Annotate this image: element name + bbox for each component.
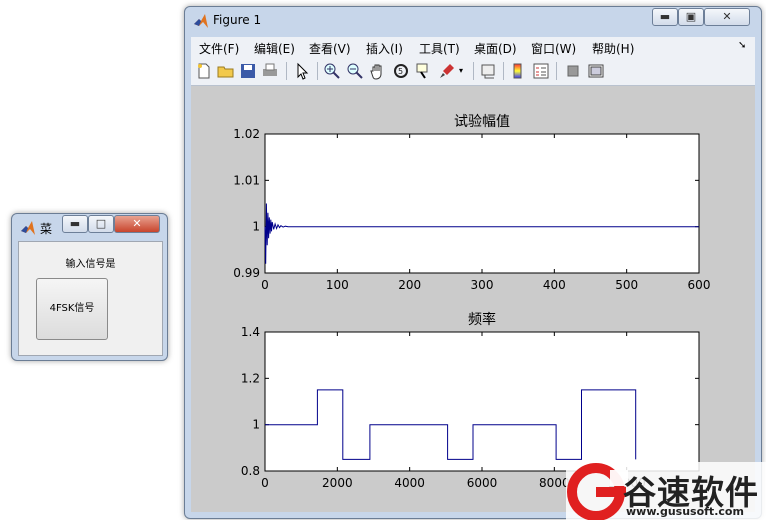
x-tick-label: 100 bbox=[326, 278, 349, 292]
small-window-title: 菜 bbox=[40, 222, 53, 236]
new-file-icon[interactable] bbox=[195, 62, 213, 80]
toolbar-separator bbox=[286, 62, 287, 80]
close-button[interactable]: ✕ bbox=[704, 8, 750, 26]
hide-plot-tools-icon[interactable] bbox=[564, 62, 582, 80]
close-icon: ✕ bbox=[132, 217, 142, 230]
watermark-url: www.gususoft.com bbox=[626, 505, 744, 518]
y-tick-label: 1.2 bbox=[241, 371, 260, 385]
toolbar-separator bbox=[556, 62, 557, 80]
y-tick-label: 1.02 bbox=[233, 127, 260, 141]
zoom-in-icon[interactable] bbox=[323, 62, 341, 80]
y-tick-label: 1 bbox=[252, 418, 260, 432]
x-tick-label: 0 bbox=[261, 278, 269, 292]
small-window-panel: 输入信号是 4FSK信号 bbox=[18, 241, 163, 356]
brush-dropdown-icon[interactable]: ▾ bbox=[459, 62, 467, 80]
y-tick-label: 1.01 bbox=[233, 173, 260, 187]
link-plot-icon[interactable] bbox=[480, 62, 498, 80]
x-tick-label: 300 bbox=[471, 278, 494, 292]
matlab-logo-icon bbox=[21, 221, 35, 235]
figure-titlebar[interactable]: Figure 1 ▬ ▣ ✕ bbox=[185, 7, 761, 33]
menu-edit[interactable]: 编辑(E) bbox=[254, 40, 295, 57]
open-folder-icon[interactable] bbox=[217, 62, 235, 80]
small-window: 菜 ▬ □ ✕ 输入信号是 4FSK信号 bbox=[11, 213, 168, 361]
menu-bar: 文件(F) 编辑(E) 查看(V) 插入(I) 工具(T) 桌面(D) 窗口(W… bbox=[191, 37, 755, 58]
toolbar-separator bbox=[317, 62, 318, 80]
menu-view[interactable]: 查看(V) bbox=[309, 40, 351, 57]
figure-window: Figure 1 ▬ ▣ ✕ 文件(F) 编辑(E) 查看(V) 插入(I) 工… bbox=[184, 6, 762, 519]
plot-area bbox=[264, 331, 700, 472]
plot-area bbox=[264, 133, 700, 274]
x-tick-label: 6000 bbox=[467, 476, 498, 490]
pan-hand-icon[interactable] bbox=[369, 62, 387, 80]
menu-insert[interactable]: 插入(I) bbox=[366, 40, 403, 57]
matlab-logo-icon bbox=[194, 14, 208, 28]
4fsk-signal-button[interactable]: 4FSK信号 bbox=[36, 278, 108, 340]
x-tick-label: 500 bbox=[615, 278, 638, 292]
x-tick-label: 600 bbox=[688, 278, 711, 292]
small-window-titlebar[interactable]: 菜 ▬ □ ✕ bbox=[12, 214, 167, 240]
select-arrow-icon[interactable] bbox=[293, 62, 311, 80]
menu-file[interactable]: 文件(F) bbox=[199, 40, 239, 57]
x-tick-label: 4000 bbox=[394, 476, 425, 490]
x-tick-label: 400 bbox=[543, 278, 566, 292]
plots-svg: 试验幅值 0 100 200 300 400 500 600 0.99 1 1.01 1.02 频率 0 2… bbox=[233, 114, 711, 490]
y-tick-label: 1.4 bbox=[241, 325, 260, 339]
restore-button[interactable]: ▣ bbox=[678, 8, 704, 26]
legend-icon[interactable] bbox=[532, 62, 550, 80]
close-icon: ✕ bbox=[722, 10, 732, 23]
toolbar-separator bbox=[473, 62, 474, 80]
figure-canvas: 试验幅值 0 100 200 300 400 500 600 0.99 1 1.01 1.02 频率 0 2… bbox=[191, 86, 755, 512]
y-tick-label: 1 bbox=[252, 220, 260, 234]
figure-title: Figure 1 bbox=[213, 13, 262, 27]
minimize-icon: ▬ bbox=[659, 10, 671, 23]
y-tick-label: 0.99 bbox=[233, 266, 260, 280]
maximize-button[interactable]: □ bbox=[88, 215, 114, 233]
figure-toolbar: 5 ▾ bbox=[191, 57, 755, 86]
toolbar-separator bbox=[503, 62, 504, 80]
x-tick-label: 0 bbox=[261, 476, 269, 490]
x-tick-label: 200 bbox=[398, 278, 421, 292]
menu-window[interactable]: 窗口(W) bbox=[531, 40, 576, 57]
plot-title: 试验幅值 bbox=[454, 114, 510, 130]
menu-desktop[interactable]: 桌面(D) bbox=[474, 40, 517, 57]
minimize-button[interactable]: ▬ bbox=[62, 215, 88, 233]
x-tick-label: 2000 bbox=[322, 476, 353, 490]
show-plot-tools-icon[interactable] bbox=[587, 62, 605, 80]
plot-title: 频率 bbox=[468, 311, 496, 328]
rotate-3d-icon[interactable]: 5 bbox=[392, 62, 410, 80]
brush-icon[interactable] bbox=[438, 62, 456, 80]
zoom-out-icon[interactable] bbox=[346, 62, 364, 80]
menu-tools[interactable]: 工具(T) bbox=[419, 40, 460, 57]
maximize-icon: □ bbox=[95, 217, 107, 230]
minimize-icon: ▬ bbox=[69, 217, 81, 230]
save-icon[interactable] bbox=[239, 62, 257, 80]
y-tick-label: 0.8 bbox=[241, 464, 260, 478]
svg-text:5: 5 bbox=[398, 67, 403, 76]
signal-label: 输入信号是 bbox=[65, 259, 116, 270]
print-icon[interactable] bbox=[261, 62, 279, 80]
data-cursor-icon[interactable] bbox=[415, 62, 433, 80]
menu-help[interactable]: 帮助(H) bbox=[592, 40, 634, 57]
restore-icon: ▣ bbox=[685, 10, 697, 23]
minimize-button[interactable]: ▬ bbox=[652, 8, 678, 26]
dock-arrow-icon[interactable]: ➘ bbox=[738, 40, 746, 51]
close-button[interactable]: ✕ bbox=[114, 215, 160, 233]
colorbar-icon[interactable] bbox=[509, 62, 527, 80]
